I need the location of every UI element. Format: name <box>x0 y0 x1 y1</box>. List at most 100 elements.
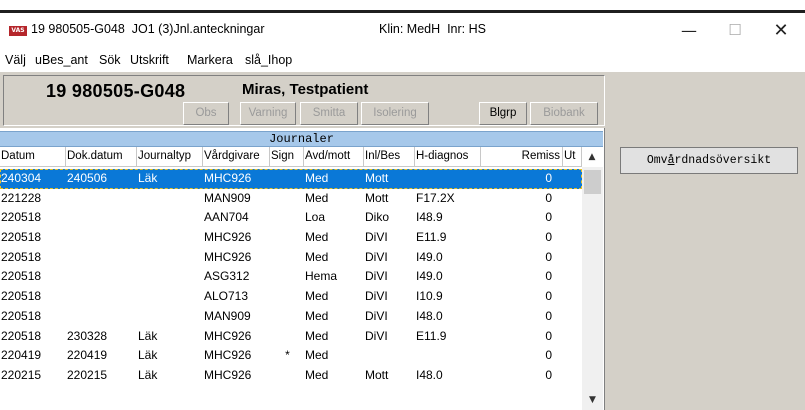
table-cell-dok-datum <box>66 307 137 327</box>
table-cell-sign <box>270 208 304 228</box>
table-row[interactable]: 220518 230328 Läk MHC926 Med DiVI E11.9 0 <box>0 327 582 347</box>
flag-smitta-button[interactable]: Smitta <box>300 102 358 125</box>
menu-valj[interactable]: Välj <box>5 53 26 67</box>
table-cell-remiss: 0 <box>545 249 552 264</box>
table-cell-h-diagnos <box>415 346 481 366</box>
omvardnadsoversikt-button[interactable]: Omvårdnadsöversikt <box>620 147 798 174</box>
title-bar[interactable]: VAS 19 980505-G048 JO1 (3)Jnl.anteckning… <box>0 10 805 48</box>
window-title: 19 980505-G048 JO1 (3)Jnl.anteckningar <box>31 22 265 36</box>
table-cell-avd-mott: Med <box>305 190 329 205</box>
table-cell-ut <box>563 307 582 327</box>
table-cell-h-diagnos: I10.9 <box>416 289 443 304</box>
table-cell-journaltyp <box>137 248 203 268</box>
table-row[interactable]: 220518 ALO713 Med DiVI I10.9 0 <box>0 287 582 307</box>
col-inl-bes[interactable]: Inl/Bes <box>364 147 415 167</box>
table-cell-dok-datum <box>66 287 137 307</box>
table-cell-ut <box>563 287 582 307</box>
table-cell-v-rdgivare: MHC926 <box>204 171 252 185</box>
table-cell-remiss: 0 <box>545 289 552 304</box>
table-cell-journaltyp: Läk <box>138 348 158 363</box>
table-row[interactable]: 220518 MAN909 Med DiVI I48.0 0 <box>0 307 582 327</box>
col-datum[interactable]: Datum <box>0 147 66 167</box>
maximize-button[interactable]: ☐ <box>712 14 758 47</box>
column-headers: Datum Dok.datum Journaltyp Vårdgivare Si… <box>0 147 603 167</box>
omv-label-pre: Omv <box>646 154 668 167</box>
table-cell-remiss: 0 <box>545 269 552 284</box>
menu-sla-ihop[interactable]: slå_Ihop <box>245 53 292 67</box>
table-cell-datum: 220518 <box>1 210 42 225</box>
table-cell-avd-mott: Hema <box>305 269 338 284</box>
menu-sok[interactable]: Sök <box>99 53 121 67</box>
table-cell-journaltyp: Läk <box>138 171 158 185</box>
app-icon: VAS <box>9 26 27 36</box>
table-cell-journaltyp <box>137 208 203 228</box>
col-vardgivare[interactable]: Vårdgivare <box>203 147 270 167</box>
journal-rows: 240304 240506 Läk MHC926 Med Mott 0 221228 MAN90… <box>0 169 582 386</box>
patient-pnr: 19 980505-G048 <box>46 81 186 101</box>
table-cell-v-rdgivare: MHC926 <box>204 348 252 363</box>
table-cell-ut <box>563 208 582 228</box>
table-cell-avd-mott: Med <box>305 348 329 363</box>
table-row[interactable]: 220518 MHC926 Med DiVI I49.0 0 <box>0 248 582 268</box>
table-cell-v-rdgivare: ALO713 <box>204 289 249 304</box>
journal-heading: Journaler <box>0 131 603 147</box>
col-avd-mott[interactable]: Avd/mott <box>304 147 364 167</box>
close-button[interactable]: ✕ <box>758 14 804 47</box>
table-row[interactable]: 220518 MHC926 Med DiVI E11.9 0 <box>0 228 582 248</box>
omv-label-accesskey: å <box>667 154 675 167</box>
table-row[interactable]: 220215 220215 Läk MHC926 Med Mott I48.0 0 <box>0 366 582 386</box>
col-dok-datum[interactable]: Dok.datum <box>66 147 137 167</box>
table-row[interactable]: 220419 220419 Läk MHC926 * Med 0 <box>0 346 582 366</box>
flag-biobank-button[interactable]: Biobank <box>530 102 598 125</box>
table-row[interactable]: 221228 MAN909 Med Mott F17.2X 0 <box>0 189 582 209</box>
col-sign[interactable]: Sign <box>270 147 304 167</box>
menu-utskrift[interactable]: Utskrift <box>130 53 169 67</box>
table-cell-v-rdgivare: MHC926 <box>204 230 252 245</box>
table-cell-datum: 220215 <box>1 367 42 382</box>
table-cell-ut <box>563 248 582 268</box>
col-journaltyp[interactable]: Journaltyp <box>137 147 203 167</box>
table-cell-h-diagnos: E11.9 <box>416 328 447 343</box>
table-cell-inl-bes: DiVI <box>365 269 388 284</box>
table-cell-v-rdgivare: MAN909 <box>204 308 251 323</box>
table-cell-inl-bes <box>364 346 415 366</box>
scroll-down-icon[interactable]: ▼ <box>582 391 603 410</box>
table-row[interactable]: 220518 AAN704 Loa Diko I48.9 0 <box>0 208 582 228</box>
flag-isolering-button[interactable]: Isolering <box>361 102 429 125</box>
table-row[interactable]: 220518 ASG312 Hema DiVI I49.0 0 <box>0 267 582 287</box>
table-cell-h-diagnos: F17.2X <box>416 190 455 205</box>
top-strip <box>0 0 805 10</box>
flag-varning-button[interactable]: Varning <box>240 102 296 125</box>
table-cell-sign <box>270 307 304 327</box>
table-cell-dok-datum <box>66 208 137 228</box>
journal-scrollbar[interactable] <box>582 167 603 410</box>
table-cell-datum: 240304 <box>1 171 42 185</box>
table-cell-v-rdgivare: ASG312 <box>204 269 250 284</box>
scroll-thumb[interactable] <box>584 170 601 194</box>
table-cell-remiss: 0 <box>545 348 552 363</box>
table-cell-datum: 220518 <box>1 249 42 264</box>
minimize-button[interactable]: — <box>666 14 712 47</box>
menu-ubes-ant[interactable]: uBes_ant <box>35 53 88 67</box>
col-h-diagnos[interactable]: H-diagnos <box>415 147 481 167</box>
table-cell-v-rdgivare: MHC926 <box>204 328 252 343</box>
table-cell-remiss: 0 <box>545 210 552 225</box>
menu-markera[interactable]: Markera <box>187 53 233 67</box>
table-cell-sign <box>270 169 304 189</box>
table-cell-sign <box>270 287 304 307</box>
table-cell-h-diagnos: E11.9 <box>416 230 447 245</box>
flag-obs-button[interactable]: Obs <box>183 102 229 125</box>
table-cell-dok-datum <box>66 267 137 287</box>
flag-blgrp-button[interactable]: Blgrp <box>479 102 527 125</box>
col-remiss[interactable]: Remiss <box>481 147 563 167</box>
table-cell-sign <box>270 267 304 287</box>
table-cell-v-rdgivare: AAN704 <box>204 210 249 225</box>
table-cell-datum: 220419 <box>1 348 42 363</box>
table-cell-dok-datum <box>66 248 137 268</box>
scroll-up-icon[interactable]: ▲ <box>582 147 602 167</box>
col-ut[interactable]: Ut <box>563 147 582 167</box>
table-cell-v-rdgivare: MAN909 <box>204 190 251 205</box>
table-cell-remiss: 0 <box>545 367 552 382</box>
window-klin-info: Klin: MedH Inr: HS <box>379 22 486 36</box>
table-row[interactable]: 240304 240506 Läk MHC926 Med Mott 0 <box>0 169 582 189</box>
